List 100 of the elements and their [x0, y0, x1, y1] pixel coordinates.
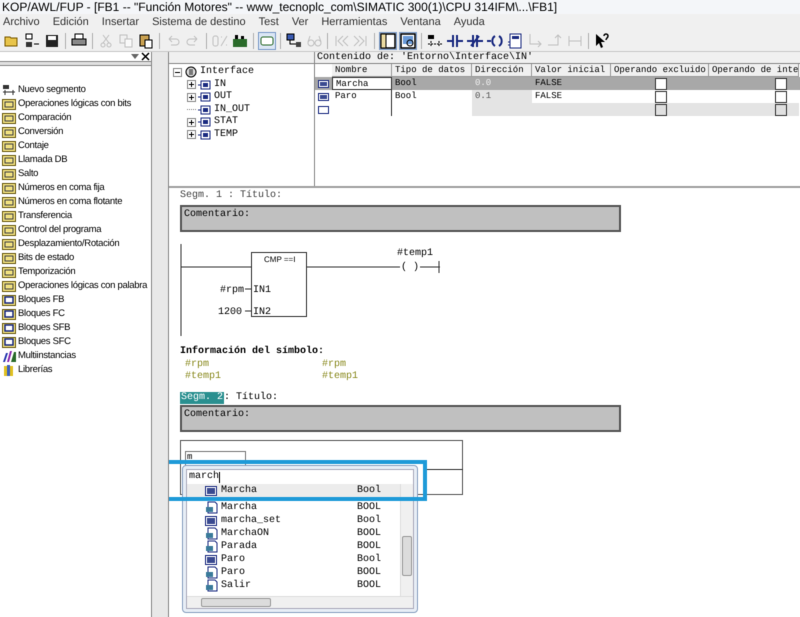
menu-item[interactable]: Edición	[52, 14, 89, 31]
toolbar-button[interactable]	[285, 32, 303, 50]
catalog-item[interactable]: Bits de estado	[18, 251, 74, 265]
catalog-item[interactable]: Bloques FB	[18, 293, 64, 307]
column-header[interactable]: Nombre	[332, 64, 392, 77]
catalog-item[interactable]: Multiinstancias	[18, 349, 76, 363]
last-icon	[353, 33, 369, 49]
menu-item[interactable]: Ver	[292, 14, 308, 31]
catalog-item[interactable]: Transferencia	[18, 209, 72, 223]
close-icon[interactable]	[141, 52, 150, 61]
menu-item[interactable]: Insertar	[102, 14, 140, 31]
expand-toggle[interactable]	[187, 92, 196, 102]
table-caption: Contenido de: 'Entorno\Interface\IN'	[315, 52, 800, 64]
catalog-item[interactable]: Temporización	[18, 265, 76, 279]
toolbar-button[interactable]	[446, 32, 464, 50]
folder-icon	[2, 168, 16, 180]
suggestion-item[interactable]: Paro BOOL	[187, 566, 400, 579]
symbol-table-icon	[205, 579, 219, 592]
symbol-name: #temp1	[322, 371, 358, 383]
tree-item[interactable]: Interface	[200, 66, 254, 78]
network-icon	[286, 33, 302, 49]
comment-label: Comentario:	[184, 209, 250, 220]
panel-icon	[380, 33, 396, 49]
catalog-item[interactable]: Llamada DB	[18, 153, 68, 167]
toolbar-button[interactable]	[506, 32, 524, 50]
column-header[interactable]: Operando excluido	[611, 64, 709, 77]
menu-item[interactable]: Ventana	[400, 14, 441, 31]
tree-item[interactable]: IN_OUT	[214, 104, 250, 116]
scissors-icon	[98, 33, 114, 49]
toolbar-button[interactable]	[379, 32, 397, 50]
suggestion-item[interactable]: MarchaON BOOL	[187, 527, 400, 540]
row-icon	[318, 92, 329, 100]
catalog-item[interactable]: Números en coma flotante	[18, 195, 122, 209]
comment-label: Comentario:	[184, 409, 250, 420]
folder-icon	[2, 210, 16, 222]
catalog-item[interactable]: Desplazamiento/Rotación	[18, 237, 120, 251]
suggestion-item[interactable]: Marcha Bool	[187, 484, 400, 497]
checkbox[interactable]	[655, 90, 667, 102]
suggestion-item[interactable]: Salir BOOL	[187, 579, 400, 592]
toolbar-button[interactable]	[231, 32, 249, 50]
menu-item[interactable]: Sistema de destino	[152, 14, 246, 31]
catalog-item[interactable]: Bloques SFC	[18, 335, 71, 349]
column-header[interactable]: Tipo de datos	[392, 64, 472, 77]
expand-toggle[interactable]	[187, 80, 196, 90]
catalog-item[interactable]: Números en coma fija	[18, 181, 104, 195]
column-header[interactable]: Dirección	[472, 64, 532, 77]
toolbar-button[interactable]	[43, 32, 61, 50]
horizontal-scrollbar[interactable]	[187, 596, 413, 608]
menu-item[interactable]: Archivo	[3, 14, 40, 31]
tree-item[interactable]: OUT	[214, 91, 232, 104]
box-title: CMP ==I	[264, 254, 296, 266]
menu-item[interactable]: Ayuda	[454, 14, 485, 31]
segment-title: : Título:	[224, 392, 278, 404]
catalog-item[interactable]: Control del programa	[18, 223, 102, 237]
column-header[interactable]: Operando de inte	[709, 64, 799, 77]
menu-item[interactable]: Herramientas	[321, 14, 388, 31]
row-icon	[318, 80, 329, 88]
tree-item[interactable]: IN	[214, 78, 226, 91]
pin-label: IN2	[253, 306, 272, 320]
catalog-item[interactable]: Comparación	[18, 111, 72, 125]
folder-icon	[2, 98, 16, 110]
toolbar-button[interactable]	[399, 32, 417, 50]
scrollbar[interactable]	[400, 484, 413, 596]
toolbar-button[interactable]	[137, 32, 155, 50]
checkbox[interactable]	[775, 90, 787, 102]
collapse-toggle[interactable]	[173, 68, 182, 77]
catalog-item[interactable]: Nuevo segmento	[18, 83, 86, 97]
suggestion-item[interactable]: marcha_set Bool	[187, 514, 400, 527]
expand-toggle[interactable]	[187, 130, 196, 140]
suggestion-item[interactable]: Parada BOOL	[187, 540, 400, 553]
help-icon	[594, 33, 610, 49]
suggestion-item[interactable]: Marcha BOOL	[187, 501, 400, 514]
catalog-item[interactable]: Bloques FC	[18, 307, 65, 321]
tree-item[interactable]: TEMP	[214, 128, 238, 141]
checkbox[interactable]	[775, 104, 787, 116]
coil-operand: #temp1	[397, 247, 434, 261]
folder-icon	[2, 196, 16, 208]
catalog-item[interactable]: Operaciones lógicas con bits	[18, 97, 132, 111]
column-header[interactable]: Valor inicial	[532, 64, 611, 77]
toolbar-button[interactable]	[23, 32, 41, 50]
checkbox[interactable]	[655, 78, 667, 90]
catalog-item[interactable]: Bloques SFB	[18, 321, 70, 335]
tree-item[interactable]: STAT	[214, 116, 238, 128]
checkbox[interactable]	[775, 78, 787, 90]
expand-toggle[interactable]	[187, 118, 196, 127]
toolbar-button[interactable]	[593, 32, 611, 50]
dropdown-icon[interactable]	[131, 54, 139, 60]
toolbar-button[interactable]	[466, 32, 484, 50]
suggestion-item[interactable]: Paro Bool	[187, 553, 400, 566]
catalog-item[interactable]: Librerías	[18, 363, 52, 377]
variable-icon	[205, 516, 217, 526]
toolbar-button[interactable]	[258, 32, 276, 50]
catalog-item[interactable]: Contaje	[18, 139, 49, 153]
operand-label: #rpm	[220, 284, 244, 298]
connect-icon	[567, 33, 583, 49]
menu-item[interactable]: Test	[258, 14, 279, 31]
catalog-item[interactable]: Conversión	[18, 125, 64, 139]
catalog-item[interactable]: Operaciones lógicas con palabra	[18, 279, 148, 293]
checkbox[interactable]	[655, 104, 667, 116]
catalog-item[interactable]: Salto	[18, 167, 38, 181]
